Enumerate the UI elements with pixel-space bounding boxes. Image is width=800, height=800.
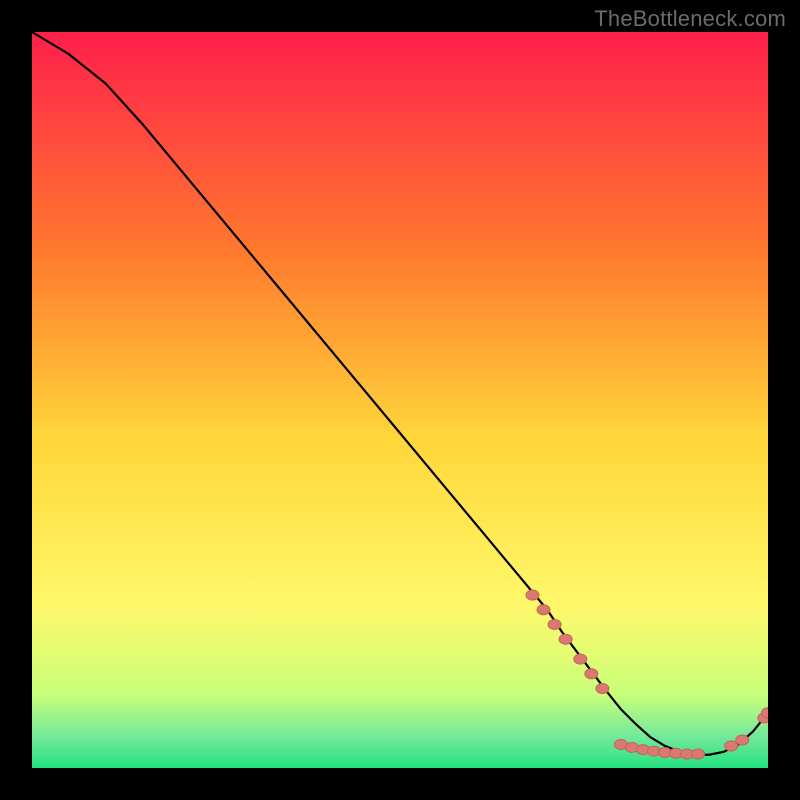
- curve-marker: [537, 605, 550, 615]
- plot-area: [32, 32, 768, 768]
- curve-marker: [548, 619, 561, 629]
- chart-frame: TheBottleneck.com: [0, 0, 800, 800]
- curve-marker: [725, 741, 738, 751]
- curve-marker: [585, 669, 598, 679]
- curve-marker: [559, 634, 572, 644]
- curve-marker: [596, 684, 609, 694]
- chart-svg: [32, 32, 768, 768]
- curve-marker: [574, 654, 587, 664]
- curve-marker: [736, 735, 749, 745]
- curve-marker: [692, 749, 705, 759]
- gradient-background: [32, 32, 768, 768]
- watermark-text: TheBottleneck.com: [594, 6, 786, 32]
- curve-marker: [526, 590, 539, 600]
